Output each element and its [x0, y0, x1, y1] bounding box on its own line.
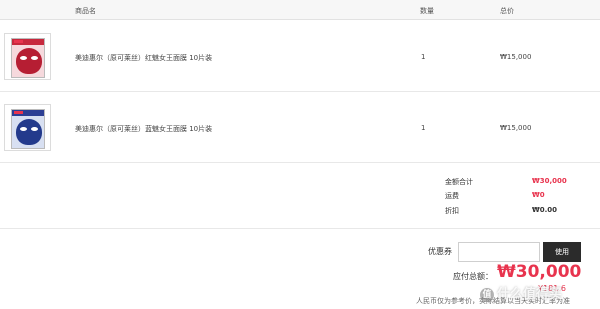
product-price: ₩15,000: [500, 124, 532, 132]
discount-value: ₩0.00: [532, 206, 557, 214]
product-name-link[interactable]: 美迪惠尔（原可莱丝）红魅女王面膜 10片装: [75, 53, 212, 63]
red-mask-pack-image: [11, 38, 45, 78]
product-name-link[interactable]: 美迪惠尔（原可莱丝）蓝魅女王面膜 10片装: [75, 124, 212, 134]
product-thumbnail[interactable]: [4, 33, 51, 80]
watermark-logo-icon: 值: [480, 287, 494, 302]
site-watermark: 值什么值得买: [480, 283, 562, 302]
coupon-input[interactable]: [458, 242, 540, 262]
amount-due-label: 应付总额：: [453, 272, 493, 281]
product-quantity: 1: [421, 53, 426, 61]
subtotal-value: ₩30,000: [532, 177, 567, 185]
table-row: 美迪惠尔（原可莱丝）红魅女王面膜 10片装 1 ₩15,000: [0, 21, 600, 92]
shipping-label: 运费: [445, 192, 459, 200]
product-price: ₩15,000: [500, 53, 532, 61]
discount-label: 折扣: [445, 207, 459, 215]
product-quantity: 1: [421, 124, 426, 132]
shipping-value: ₩0: [532, 191, 545, 199]
coupon-label: 优惠券: [428, 247, 452, 256]
column-header-product-name: 商品名: [75, 7, 96, 15]
column-header-total-price: 总价: [500, 7, 514, 15]
watermark-text: 什么值得买: [497, 287, 563, 302]
table-row: 美迪惠尔（原可莱丝）蓝魅女王面膜 10片装 1 ₩15,000: [0, 92, 600, 163]
amount-due-total: ₩30,000: [497, 262, 582, 282]
column-header-quantity: 数量: [420, 7, 434, 15]
order-summary: 金额合计 ₩30,000 运费 ₩0 折扣 ₩0.00: [0, 164, 600, 229]
product-thumbnail[interactable]: [4, 104, 51, 151]
subtotal-label: 金额合计: [445, 178, 473, 186]
blue-mask-pack-image: [11, 109, 45, 149]
apply-coupon-button[interactable]: 使用: [543, 242, 581, 262]
cart-table-header: 商品名 数量 总价: [0, 0, 600, 20]
